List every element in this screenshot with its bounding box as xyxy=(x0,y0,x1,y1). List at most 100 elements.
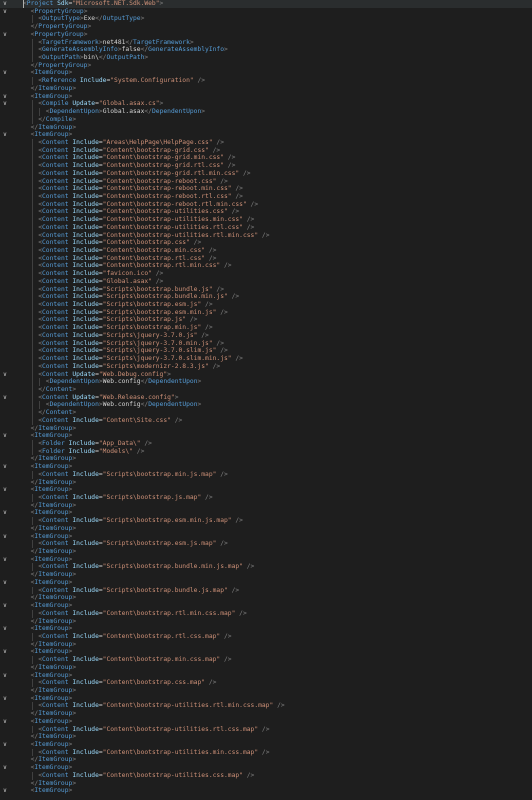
code-line[interactable]: <Content Include="Content\bootstrap-util… xyxy=(0,725,532,734)
code-line[interactable]: ∨ <ItemGroup> xyxy=(0,787,532,795)
code-line[interactable]: <Content Include="Scripts\bootstrap.bund… xyxy=(0,285,532,294)
code-line[interactable]: ∨ <ItemGroup> xyxy=(0,432,532,440)
chevron-down-icon[interactable]: ∨ xyxy=(1,486,9,494)
code-line[interactable]: <Content Include="Content\bootstrap-grid… xyxy=(0,162,532,170)
chevron-down-icon[interactable]: ∨ xyxy=(1,31,9,39)
code-line[interactable]: </ItemGroup> xyxy=(0,548,532,556)
code-line[interactable]: <Content Include="Content\bootstrap.rtl.… xyxy=(0,262,532,271)
code-line[interactable]: <Content Include="Scripts\jquery-3.7.0.j… xyxy=(0,331,532,340)
chevron-down-icon[interactable]: ∨ xyxy=(1,509,9,517)
code-line[interactable]: </ItemGroup> xyxy=(0,756,532,764)
code-line[interactable]: ∨ <ItemGroup> xyxy=(0,93,532,101)
chevron-down-icon[interactable]: ∨ xyxy=(1,8,9,16)
code-line[interactable]: <Content Include="Scripts\bootstrap.bund… xyxy=(0,586,532,595)
code-line[interactable]: </Compile> xyxy=(0,115,532,124)
code-line[interactable]: ∨ <ItemGroup> xyxy=(0,579,532,587)
chevron-down-icon[interactable]: ∨ xyxy=(1,764,9,772)
code-line[interactable]: <Content Include="Scripts\bootstrap.esm.… xyxy=(0,308,532,317)
code-line[interactable]: </Content> xyxy=(0,409,532,417)
code-line[interactable]: <Content Include="Content\bootstrap-util… xyxy=(0,702,532,711)
code-line[interactable]: ∨ <ItemGroup> xyxy=(0,764,532,772)
code-line[interactable]: ∨ <ItemGroup> xyxy=(0,486,532,494)
code-line[interactable]: </ItemGroup> xyxy=(0,733,532,741)
chevron-down-icon[interactable]: ∨ xyxy=(1,93,9,101)
code-line[interactable]: <TargetFramework>net481</TargetFramework… xyxy=(0,38,532,47)
code-line[interactable]: <Content Include="Scripts\jquery-3.7.0.s… xyxy=(0,347,532,356)
code-line[interactable]: </PropertyGroup> xyxy=(0,62,532,70)
code-line[interactable]: <Content Include="Content\bootstrap-util… xyxy=(0,771,532,780)
code-line[interactable]: <Content Include="Content\bootstrap.rtl.… xyxy=(0,632,532,641)
code-line[interactable]: ∨ <Content Update="Web.Release.config"> xyxy=(0,393,532,402)
code-line[interactable]: <Content Include="Content\bootstrap-util… xyxy=(0,748,532,757)
code-line[interactable]: <Content Include="Content\bootstrap-util… xyxy=(0,231,532,240)
code-line[interactable]: <Content Include="Scripts\bootstrap.js.m… xyxy=(0,494,532,502)
code-line[interactable]: <Content Include="Content\bootstrap-grid… xyxy=(0,146,532,155)
code-line[interactable]: ∨ <ItemGroup> xyxy=(0,131,532,139)
code-line[interactable]: </PropertyGroup> xyxy=(0,23,532,31)
code-line[interactable]: <Content Include="Scripts\bootstrap.esm.… xyxy=(0,301,532,309)
code-line[interactable]: <DependentUpon>Web.config</DependentUpon… xyxy=(0,401,532,410)
code-line[interactable]: </ItemGroup> xyxy=(0,502,532,510)
code-line[interactable]: ∨ <ItemGroup> xyxy=(0,741,532,749)
code-line[interactable]: ∨ <PropertyGroup> xyxy=(0,31,532,39)
code-line[interactable]: </ItemGroup> xyxy=(0,479,532,487)
code-line[interactable]: <Reference Include="System.Configuration… xyxy=(0,77,532,85)
code-line[interactable]: <Folder Include="Models\" /> xyxy=(0,447,532,456)
code-line[interactable]: <Content Include="Content\bootstrap-rebo… xyxy=(0,177,532,186)
chevron-down-icon[interactable]: ∨ xyxy=(1,695,9,703)
chevron-down-icon[interactable]: ∨ xyxy=(1,672,9,680)
code-line[interactable]: <OutputType>Exe</OutputType> xyxy=(0,15,532,24)
code-line[interactable]: <Content Include="Global.asax" /> xyxy=(0,277,532,286)
code-line[interactable]: ∨ <ItemGroup> xyxy=(0,695,532,703)
code-line[interactable]: ∨ <Compile Update="Global.asax.cs"> xyxy=(0,100,532,109)
code-line[interactable]: ∨ <ItemGroup> xyxy=(0,602,532,610)
code-line[interactable]: <Content Include="Content\bootstrap-grid… xyxy=(0,169,532,178)
chevron-down-icon[interactable]: ∨ xyxy=(1,625,9,633)
code-line[interactable]: </ItemGroup> xyxy=(0,571,532,579)
code-line[interactable]: <Content Include="Content\bootstrap.css.… xyxy=(0,679,532,687)
code-line[interactable]: <Content Include="Scripts\bootstrap.esm.… xyxy=(0,540,532,549)
code-line[interactable]: </ItemGroup> xyxy=(0,124,532,132)
chevron-down-icon[interactable]: ∨ xyxy=(1,463,9,471)
code-line[interactable]: ∨ <ItemGroup> xyxy=(0,69,532,77)
code-line[interactable]: <OutputPath>bin\</OutputPath> xyxy=(0,54,532,62)
code-line[interactable]: <Content Include="Areas\HelpPage\HelpPag… xyxy=(0,138,532,147)
code-line[interactable]: <GenerateAssemblyInfo>false</GenerateAss… xyxy=(0,46,532,55)
chevron-down-icon[interactable]: ∨ xyxy=(1,648,9,656)
code-line[interactable]: <DependentUpon>Global.asax</DependentUpo… xyxy=(0,108,532,116)
code-line[interactable]: <Content Include="Scripts\modernizr-2.8.… xyxy=(0,362,532,371)
chevron-down-icon[interactable]: ∨ xyxy=(1,0,9,8)
code-editor[interactable]: ∨ <Project Sdk="Microsoft.NET.Sdk.Web"> ∨ <… xyxy=(0,0,532,800)
code-line[interactable]: </Content> xyxy=(0,385,532,394)
code-line[interactable]: ∨ <Content Update="Web.Debug.config"> xyxy=(0,370,532,379)
chevron-down-icon[interactable]: ∨ xyxy=(1,741,9,749)
code-line[interactable]: </ItemGroup> xyxy=(0,525,532,533)
chevron-down-icon[interactable]: ∨ xyxy=(1,69,9,77)
code-line[interactable]: ∨ <ItemGroup> xyxy=(0,509,532,517)
code-line[interactable]: <Content Include="Scripts\jquery-3.7.0.s… xyxy=(0,355,532,363)
code-line[interactable]: </ItemGroup> xyxy=(0,594,532,602)
code-line[interactable]: <Content Include="Content\bootstrap-rebo… xyxy=(0,185,532,193)
code-line[interactable]: ∨ <ItemGroup> xyxy=(0,463,532,471)
code-line[interactable]: ∨ <ItemGroup> xyxy=(0,625,532,633)
code-line[interactable]: <Content Include="Content\bootstrap.min.… xyxy=(0,656,532,664)
code-line[interactable]: ∨ <ItemGroup> xyxy=(0,672,532,680)
code-line[interactable]: <Content Include="Content\bootstrap-util… xyxy=(0,208,532,217)
code-line[interactable]: <Content Include="Content\bootstrap.rtl.… xyxy=(0,609,532,618)
chevron-down-icon[interactable]: ∨ xyxy=(1,394,9,402)
code-line[interactable]: </ItemGroup> xyxy=(0,641,532,649)
code-line[interactable]: <Folder Include="App_Data\" /> xyxy=(0,439,532,448)
code-line[interactable]: </ItemGroup> xyxy=(0,664,532,672)
code-line[interactable]: <Content Include="Content\bootstrap-util… xyxy=(0,216,532,224)
code-line[interactable]: <DependentUpon>Web.config</DependentUpon… xyxy=(0,378,532,386)
code-line[interactable]: </ItemGroup> xyxy=(0,710,532,718)
code-line[interactable]: ∨ <Project Sdk="Microsoft.NET.Sdk.Web"> xyxy=(0,0,532,8)
chevron-down-icon[interactable]: ∨ xyxy=(1,131,9,139)
code-line[interactable]: <Content Include="Content\bootstrap.rtl.… xyxy=(0,254,532,263)
chevron-down-icon[interactable]: ∨ xyxy=(1,718,9,726)
code-line[interactable]: <Content Include="Scripts\bootstrap.min.… xyxy=(0,324,532,332)
code-line[interactable]: </ItemGroup> xyxy=(0,618,532,626)
code-line[interactable]: </ItemGroup> xyxy=(0,780,532,788)
code-line[interactable]: <Content Include="Scripts\bootstrap.bund… xyxy=(0,293,532,302)
code-line[interactable]: <Content Include="Scripts\bootstrap.esm.… xyxy=(0,517,532,525)
